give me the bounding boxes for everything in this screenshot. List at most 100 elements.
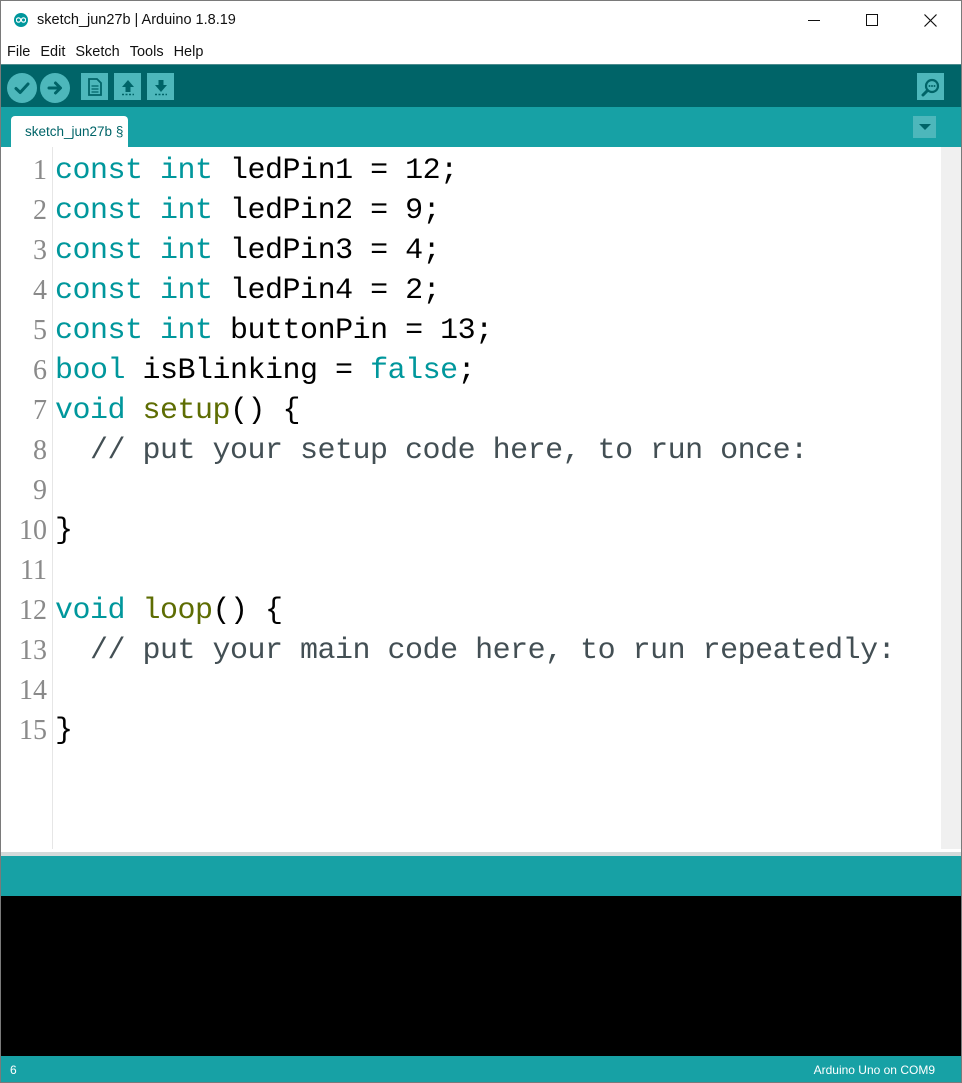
code-token: } — [55, 514, 73, 548]
console-output — [1, 896, 961, 1056]
current-line-number: 6 — [10, 1063, 17, 1077]
serial-monitor-button[interactable] — [917, 73, 944, 100]
maximize-icon — [866, 14, 878, 26]
code-token: isBlinking = — [125, 354, 371, 388]
line-number: 1 — [33, 155, 47, 186]
menu-file[interactable]: File — [3, 44, 34, 60]
new-sketch-button[interactable] — [81, 73, 108, 100]
line-number: 3 — [33, 235, 47, 266]
board-port-info: Arduino Uno on COM9 — [813, 1063, 935, 1077]
menu-sketch[interactable]: Sketch — [71, 44, 123, 60]
upload-button[interactable] — [40, 73, 70, 103]
keyword-token: const — [55, 154, 143, 188]
code-token: ; — [457, 354, 476, 388]
serial-monitor-icon — [921, 78, 939, 96]
window-title: sketch_jun27b | Arduino 1.8.19 — [37, 12, 236, 28]
code-token: () { — [230, 394, 301, 428]
verify-icon — [14, 82, 30, 94]
keyword-token: const — [55, 234, 143, 268]
line-number: 7 — [33, 395, 47, 426]
keyword-token: void — [55, 594, 126, 628]
tab-sketch[interactable]: sketch_jun27b § — [11, 116, 129, 147]
code-line[interactable]: } — [55, 707, 73, 748]
comment-token: // put your main code here, to run repea… — [55, 634, 896, 668]
function-token: setup — [142, 394, 231, 428]
minimize-button[interactable] — [785, 1, 843, 39]
toolbar — [1, 64, 961, 107]
code-editor[interactable]: 1 2 3 4 5 6 7 8 9 10 11 12 13 14 15 const int ledPin1 … — [1, 147, 961, 852]
line-number: 5 — [33, 315, 47, 346]
keyword-token: const — [55, 314, 143, 348]
code-line[interactable]: void setup() { — [55, 387, 301, 428]
keyword-token: int — [160, 154, 213, 188]
menu-tools[interactable]: Tools — [126, 44, 168, 60]
tab-menu-button[interactable] — [913, 116, 936, 138]
line-number: 14 — [19, 675, 47, 706]
open-icon — [121, 79, 134, 95]
code-line[interactable]: // put your setup code here, to run once… — [55, 427, 808, 468]
line-number-gutter: 1 2 3 4 5 6 7 8 9 10 11 12 13 14 15 — [1, 147, 53, 849]
close-icon — [923, 13, 937, 27]
keyword-token: bool — [55, 354, 126, 388]
keyword-token: int — [160, 274, 213, 308]
line-number: 12 — [19, 595, 47, 626]
new-icon — [87, 77, 102, 96]
keyword-token: void — [55, 394, 126, 428]
open-sketch-button[interactable] — [114, 73, 141, 100]
keyword-token: const — [55, 274, 143, 308]
code-line[interactable]: // put your main code here, to run repea… — [55, 627, 896, 668]
line-number: 2 — [33, 195, 47, 226]
code-line[interactable]: void loop() { — [55, 587, 283, 628]
line-number: 15 — [19, 715, 47, 746]
code-token: } — [55, 714, 73, 748]
keyword-token: int — [160, 194, 213, 228]
tab-strip: sketch_jun27b § — [1, 107, 961, 147]
status-bar: 6 Arduino Uno on COM9 — [1, 1056, 961, 1082]
code-line[interactable]: bool isBlinking = false; — [55, 347, 476, 388]
code-line[interactable]: const int buttonPin = 13; — [55, 307, 493, 348]
menu-edit[interactable]: Edit — [36, 44, 69, 60]
keyword-token: int — [160, 234, 213, 268]
menu-help[interactable]: Help — [170, 44, 208, 60]
line-number: 6 — [33, 355, 47, 386]
line-number: 13 — [19, 635, 47, 666]
code-line[interactable]: const int ledPin1 = 12; — [55, 147, 458, 188]
verify-button[interactable] — [7, 73, 37, 103]
line-number: 4 — [33, 275, 47, 306]
code-line[interactable]: const int ledPin2 = 9; — [55, 187, 441, 228]
arduino-logo-icon — [14, 13, 28, 27]
code-token: buttonPin = 13; — [212, 314, 493, 348]
title-bar: sketch_jun27b | Arduino 1.8.19 — [1, 1, 961, 39]
line-number: 8 — [33, 435, 47, 466]
maximize-button[interactable] — [843, 1, 901, 39]
save-sketch-button[interactable] — [147, 73, 174, 100]
close-button[interactable] — [901, 1, 959, 39]
function-token: loop — [142, 594, 214, 628]
message-area — [1, 856, 961, 896]
code-line[interactable]: const int ledPin3 = 4; — [55, 227, 441, 268]
keyword-token: const — [55, 194, 143, 228]
code-token: ledPin4 = 2; — [212, 274, 441, 308]
vertical-scrollbar[interactable] — [941, 147, 961, 849]
code-line[interactable]: const int ledPin4 = 2; — [55, 267, 441, 308]
keyword-token: int — [160, 314, 213, 348]
keyword-token: false — [370, 354, 458, 388]
code-token: ledPin3 = 4; — [212, 234, 441, 268]
upload-icon — [47, 81, 62, 95]
comment-token: // put your setup code here, to run once… — [55, 434, 808, 468]
line-number: 11 — [20, 555, 47, 586]
chevron-down-icon — [918, 124, 931, 130]
arduino-ide-window: sketch_jun27b | Arduino 1.8.19 File Edit… — [0, 0, 962, 1083]
code-line[interactable]: } — [55, 507, 73, 548]
menu-bar: File Edit Sketch Tools Help — [1, 39, 961, 64]
code-token: ledPin2 = 9; — [212, 194, 441, 228]
line-number: 10 — [19, 515, 47, 546]
line-number: 9 — [33, 475, 47, 506]
